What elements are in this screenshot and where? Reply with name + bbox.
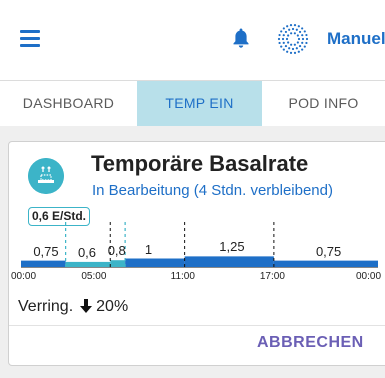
temp-basal-card: Temporäre Basalrate In Bearbeitung (4 St… xyxy=(8,141,385,366)
basal-segment-bar xyxy=(125,258,185,267)
tab-dashboard[interactable]: DASHBOARD xyxy=(0,81,137,126)
bell-icon[interactable] xyxy=(232,27,250,49)
card-title: Temporäre Basalrate xyxy=(91,151,309,176)
card-subtitle: In Bearbeitung (4 Stdn. verbleibend) xyxy=(92,182,333,199)
x-tick-label: 00:00 xyxy=(356,271,382,282)
segment-value-label: 0,75 xyxy=(315,243,342,259)
arrow-down-icon xyxy=(80,299,93,313)
x-tick-label: 17:00 xyxy=(259,271,285,282)
segment-value-label: 0,6 xyxy=(77,244,97,260)
pod-status-icon xyxy=(277,24,309,54)
reduction-info: Verring. 20% xyxy=(18,298,128,316)
x-tick-label: 05:00 xyxy=(81,271,107,282)
reduction-label: Verring. xyxy=(18,298,74,315)
x-tick-label: 11:00 xyxy=(170,271,195,282)
temp-basal-icon xyxy=(28,158,64,194)
basal-segment-bar xyxy=(110,260,126,267)
segment-value-label: 0,75 xyxy=(33,243,59,259)
mode-label[interactable]: Manuell xyxy=(327,29,385,49)
segment-value-label: 1,25 xyxy=(219,239,245,255)
basal-segment-bar xyxy=(273,260,378,267)
basal-segment-bar xyxy=(21,260,66,267)
basal-segment-bar xyxy=(184,256,274,267)
tab-pod-info[interactable]: POD INFO xyxy=(262,81,385,126)
tab-bar: DASHBOARD TEMP EIN POD INFO xyxy=(0,81,385,126)
basal-segment-bar xyxy=(65,261,111,267)
x-tick-label: 00:00 xyxy=(11,271,37,282)
cancel-button[interactable]: ABBRECHEN xyxy=(257,334,364,352)
tab-temp-ein[interactable]: TEMP EIN xyxy=(137,81,262,126)
hamburger-menu-icon[interactable] xyxy=(20,30,40,47)
reduction-value: 20% xyxy=(96,298,129,315)
top-app-bar: Manuell xyxy=(0,0,385,81)
segment-value-label: 1 xyxy=(144,241,153,257)
segment-value-label: 0,8 xyxy=(107,243,126,259)
divider xyxy=(9,325,385,326)
